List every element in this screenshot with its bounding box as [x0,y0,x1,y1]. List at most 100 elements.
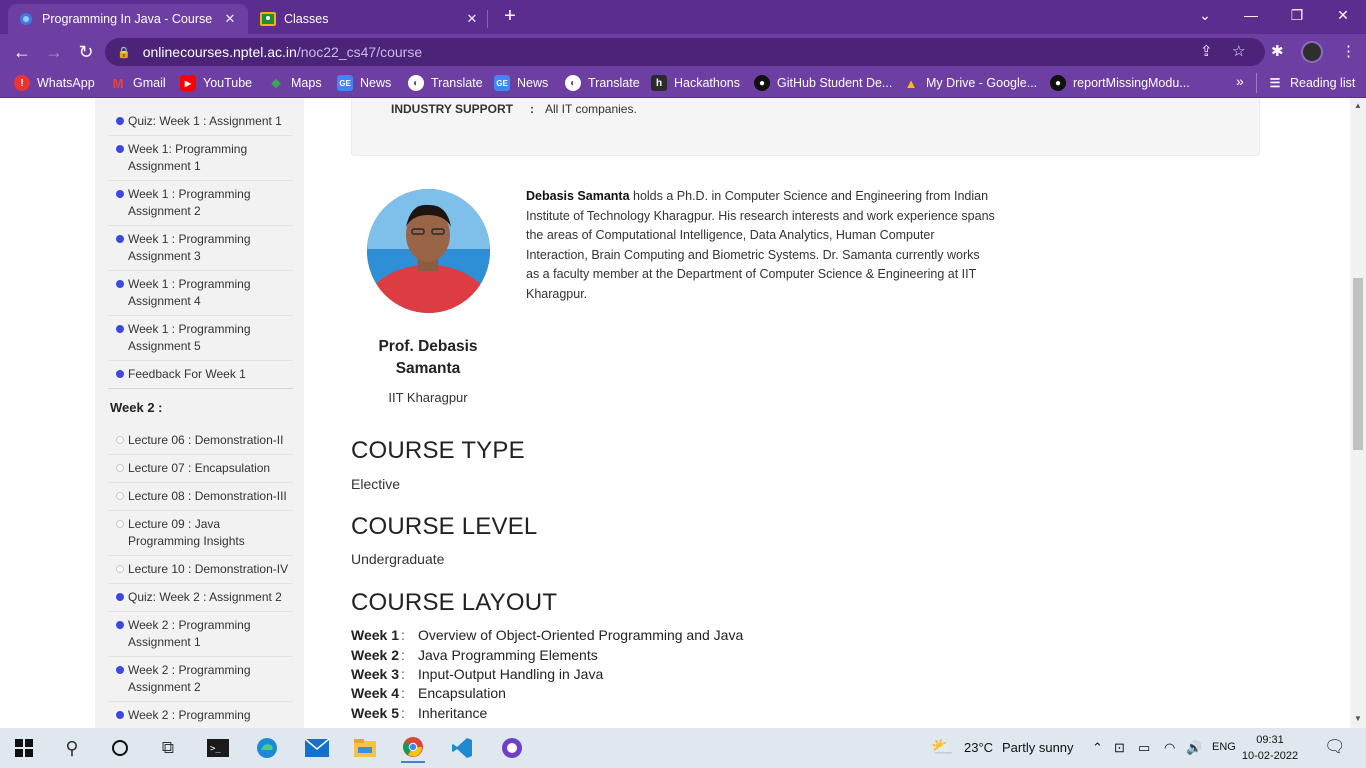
tab-search-chevron-icon[interactable]: ⌄ [1182,0,1228,30]
new-tab-button[interactable]: + [499,4,521,28]
status-dot [116,666,124,674]
sidebar-item-week1-pa5[interactable]: Week 1 : Programming Assignment 5 [108,321,293,355]
bookmark-label: Translate [588,76,640,90]
partly-sunny-weather-icon[interactable]: ⛅ [931,737,953,758]
bookmark-star-icon[interactable]: ☆ [1232,42,1245,60]
meet-now-icon[interactable]: ⊡ [1114,740,1125,756]
reading-list-label: Reading list [1290,76,1356,90]
volume-icon[interactable]: 🔊 [1186,740,1202,756]
show-hidden-icons-chevron-icon[interactable]: ⌃ [1092,740,1103,756]
sidebar-item-week2-pa2[interactable]: Week 2 : Programming Assignment 2 [108,662,293,696]
bookmark-translate-2[interactable]: ◐ Translate [565,75,640,91]
reload-icon[interactable]: ↻ [74,40,98,64]
battery-icon[interactable]: ▭ [1138,740,1150,756]
status-dot [116,235,124,243]
bookmark-label: YouTube [203,76,253,90]
bookmark-gmail[interactable]: M Gmail [110,75,166,91]
reading-list-button[interactable]: ☰ Reading list [1267,75,1356,91]
back-arrow-icon[interactable]: ← [10,40,34,64]
sidebar-item-label: Lecture 09 : Java Programming Insights [128,517,245,548]
sidebar-item-week1-pa2[interactable]: Week 1 : Programming Assignment 2 [108,186,293,220]
layout-week: Week 1 [351,627,399,643]
sidebar-item-lecture-06[interactable]: Lecture 06 : Demonstration-II [108,432,293,449]
sidebar-item-quiz-week2[interactable]: Quiz: Week 2 : Assignment 2 [108,589,293,606]
address-bar[interactable]: 🔒 onlinecourses.nptel.ac.in/noc22_cs47/c… [105,38,1265,66]
taskbar-clock[interactable]: 09:31 10-02-2022 [1240,732,1300,764]
tab-close-icon[interactable]: ✕ [222,11,238,27]
notification-icon[interactable]: 🗨 [1324,737,1346,757]
sidebar-item-week1-pa4[interactable]: Week 1 : Programming Assignment 4 [108,276,293,310]
lock-icon[interactable]: 🔒 [117,46,131,59]
bookmark-youtube[interactable]: ▶ YouTube [180,75,252,91]
maps-icon: ⬥ [271,75,281,90]
bookmark-label: Hackathons [674,76,741,90]
edge-icon[interactable] [255,736,279,760]
sidebar-item-lecture-07[interactable]: Lecture 07 : Encapsulation [108,460,293,477]
bookmark-news[interactable]: GE News [337,75,391,91]
sidebar-item-quiz-week1[interactable]: Quiz: Week 1 : Assignment 1 [108,113,293,130]
search-icon[interactable]: ⚲ [60,736,84,760]
weather-description[interactable]: Partly sunny [1002,740,1074,755]
bookmark-whatsapp[interactable]: ! WhatsApp [14,75,95,91]
file-explorer-icon[interactable] [353,736,377,760]
cortana-icon[interactable] [108,736,132,760]
divider [108,180,293,181]
sidebar-item-label: Week 1 : Programming Assignment 4 [128,277,251,308]
chrome-taskbar-icon[interactable] [401,733,425,763]
extensions-puzzle-icon[interactable]: ✱ [1271,42,1284,60]
sidebar-item-week2-pa1[interactable]: Week 2 : Programming Assignment 1 [108,617,293,651]
share-icon[interactable]: ⇪ [1200,42,1213,60]
tab-separator [487,10,488,28]
sidebar-item-lecture-08[interactable]: Lecture 08 : Demonstration-III [108,488,293,505]
page-scrollbar[interactable]: ▲ ▼ [1350,98,1366,728]
more-bookmarks-button[interactable]: » [1236,73,1244,89]
course-type-value: Elective [351,476,401,492]
forward-arrow-icon[interactable]: → [42,40,66,64]
terminal-icon[interactable]: >_ [206,736,230,760]
close-window-button[interactable]: ✕ [1320,0,1366,30]
vscode-icon[interactable] [450,736,474,760]
maximize-button[interactable]: ❐ [1274,0,1320,30]
profile-avatar[interactable] [1301,41,1323,63]
instructor-bio-text: holds a Ph.D. in Computer Science and En… [526,189,995,301]
windows-start-icon[interactable] [12,736,36,760]
scroll-thumb[interactable] [1353,278,1363,450]
bookmark-hackathons[interactable]: h Hackathons [651,75,740,91]
mail-icon[interactable] [305,736,329,760]
language-indicator[interactable]: ENG [1212,741,1236,753]
sidebar-item-week1-pa3[interactable]: Week 1 : Programming Assignment 3 [108,231,293,265]
whatsapp-icon: ! [14,75,30,91]
minimize-button[interactable]: — [1228,0,1274,30]
github-icon: ● [1050,75,1066,91]
bookmark-report-missing[interactable]: ● reportMissingModu... [1050,75,1190,91]
bookmark-news-2[interactable]: GE News [494,75,548,91]
tab-programming-in-java[interactable]: Programming In Java - Course ✕ [8,4,248,34]
sidebar-item-week1-pa1[interactable]: Week 1: Programming Assignment 1 [108,141,293,175]
bookmark-translate[interactable]: ◐ Translate [408,75,483,91]
scroll-up-arrow-icon[interactable]: ▲ [1350,101,1366,110]
menu-dots-icon[interactable]: ⋮ [1341,42,1356,60]
sidebar-week-2-heading[interactable]: Week 2 : [110,400,163,415]
tab-close-icon[interactable]: ✕ [464,11,480,27]
reading-list-icon: ☰ [1269,76,1281,90]
bookmark-maps[interactable]: ⬥ Maps [268,75,321,91]
task-view-icon[interactable]: ⧉ [156,736,180,760]
bookmark-github-student[interactable]: ● GitHub Student De... [754,75,892,91]
sidebar-item-lecture-09[interactable]: Lecture 09 : Java Programming Insights [108,516,293,550]
sidebar-item-label: Quiz: Week 1 : Assignment 1 [128,114,282,128]
sidebar-item-label: Week 1: Programming Assignment 1 [128,142,248,173]
course-type-heading: COURSE TYPE [351,437,525,464]
wifi-icon[interactable]: ◠ [1164,740,1175,756]
tab-classes[interactable]: Classes ✕ [250,4,490,34]
status-dot [116,325,124,333]
weather-temperature[interactable]: 23°C [964,740,993,755]
hackathons-icon: h [651,75,667,91]
bookmark-my-drive[interactable]: ▲ My Drive - Google... [903,75,1038,91]
scroll-down-arrow-icon[interactable]: ▼ [1350,714,1366,723]
github-desktop-icon[interactable] [500,736,524,760]
sidebar-item-feedback-week1[interactable]: Feedback For Week 1 [108,366,293,383]
sidebar-item-lecture-10[interactable]: Lecture 10 : Demonstration-IV [108,561,293,578]
course-sidebar: Quiz: Week 1 : Assignment 1 Week 1: Prog… [95,98,304,728]
status-dot [116,145,124,153]
sidebar-item-week2-pa3[interactable]: Week 2 : Programming [108,707,293,724]
